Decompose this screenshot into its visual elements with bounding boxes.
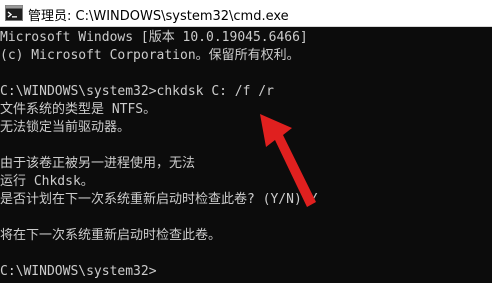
console-line: 文件系统的类型是 NTFS。 [0, 102, 157, 117]
console-line: 将在下一次系统重新启动时检查此卷。 [0, 228, 222, 243]
console-line: 无法锁定当前驱动器。 [0, 120, 131, 135]
console-line: 运行 Chkdsk。 [0, 174, 94, 189]
red-arrow-icon [260, 114, 316, 207]
console-prompt: C:\WINDOWS\system32> [0, 264, 157, 279]
cmd-window: 管理员: C:\WINDOWS\system32\cmd.exe Microso… [0, 0, 492, 283]
console-line: Microsoft Windows [版本 10.0.19045.6466] [0, 30, 308, 45]
console-line: 由于该卷正被另一进程使用，无法 [0, 156, 196, 171]
title-bar[interactable]: 管理员: C:\WINDOWS\system32\cmd.exe [0, 0, 492, 27]
console-output[interactable]: Microsoft Windows [版本 10.0.19045.6466] (… [0, 27, 492, 283]
console-line: (c) Microsoft Corporation。保留所有权利。 [0, 48, 300, 63]
cmd-icon [5, 5, 23, 21]
window-title: 管理员: C:\WINDOWS\system32\cmd.exe [28, 9, 289, 24]
console-line: C:\WINDOWS\system32>chkdsk C: /f /r [0, 84, 274, 99]
